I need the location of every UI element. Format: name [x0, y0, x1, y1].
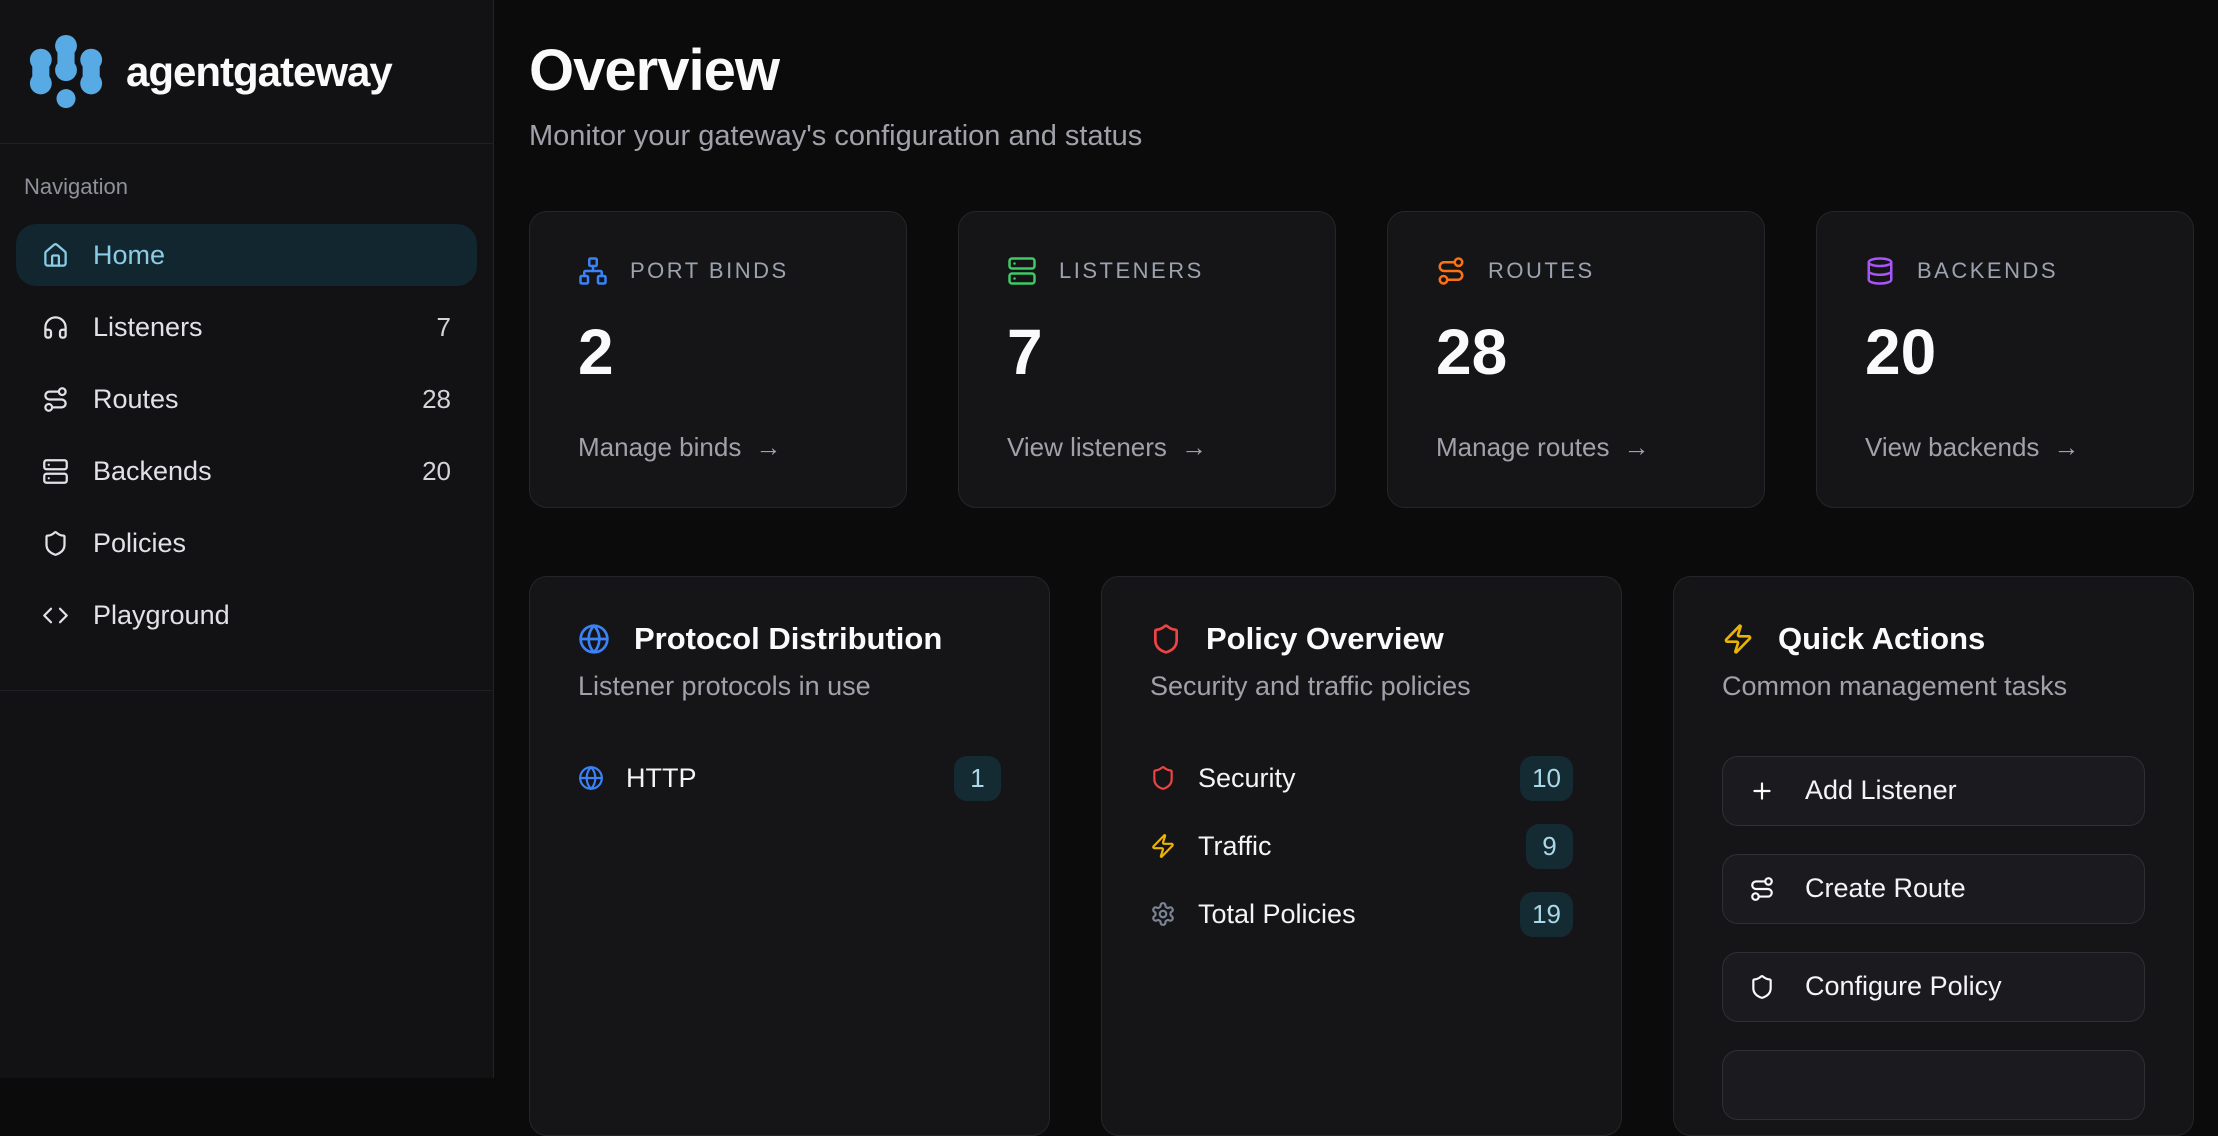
sidebar-nav: Navigation Home Listeners 7 Routes 28 Ba… [0, 144, 493, 691]
create-route-button[interactable]: Create Route [1722, 854, 2145, 924]
quick-action-button-partial[interactable] [1722, 1050, 2145, 1120]
stat-label: ROUTES [1488, 258, 1595, 284]
route-icon [1749, 876, 1775, 902]
configure-policy-button[interactable]: Configure Policy [1722, 952, 2145, 1022]
page-subtitle: Monitor your gateway's configuration and… [529, 120, 2194, 153]
globe-icon [578, 765, 604, 791]
sidebar-item-count: 7 [437, 312, 451, 343]
stat-link-label: Manage binds [578, 432, 741, 463]
arrow-right-icon: → [755, 432, 781, 463]
policy-label: Security [1198, 763, 1296, 794]
stats-grid: PORT BINDS 2 Manage binds → LISTENERS 7 … [529, 211, 2194, 508]
sidebar-item-routes[interactable]: Routes 28 [16, 368, 477, 430]
gear-icon [1150, 901, 1176, 927]
route-icon [1436, 256, 1466, 286]
agentgateway-logo-icon [28, 32, 104, 112]
server-icon [42, 458, 69, 485]
stat-card-port-binds: PORT BINDS 2 Manage binds → [529, 211, 907, 508]
panels-grid: Protocol Distribution Listener protocols… [529, 576, 2194, 1136]
action-button-label: Configure Policy [1805, 971, 2002, 1002]
zap-icon [1150, 833, 1176, 859]
server-icon [1007, 256, 1037, 286]
stat-label: BACKENDS [1917, 258, 2058, 284]
stat-card-backends: BACKENDS 20 View backends → [1816, 211, 2194, 508]
add-listener-button[interactable]: Add Listener [1722, 756, 2145, 826]
main-content: Overview Monitor your gateway's configur… [495, 0, 2218, 1078]
sidebar-item-label: Routes [93, 384, 179, 415]
arrow-right-icon: → [1181, 432, 1207, 463]
sidebar: agentgateway Navigation Home Listeners 7… [0, 0, 494, 1078]
policy-row-traffic: Traffic 9 [1150, 824, 1573, 869]
arrow-right-icon: → [1623, 432, 1649, 463]
stat-card-routes: ROUTES 28 Manage routes → [1387, 211, 1765, 508]
count-badge: 9 [1526, 824, 1573, 869]
sidebar-item-home[interactable]: Home [16, 224, 477, 286]
stat-value: 7 [1007, 320, 1287, 384]
stat-link-label: Manage routes [1436, 432, 1609, 463]
shield-icon [42, 530, 69, 557]
panel-subtitle: Common management tasks [1722, 671, 2145, 702]
brand[interactable]: agentgateway [0, 0, 493, 144]
panel-subtitle: Listener protocols in use [578, 671, 1001, 702]
policy-overview-panel: Policy Overview Security and traffic pol… [1101, 576, 1622, 1136]
view-backends-link[interactable]: View backends → [1865, 432, 2145, 463]
panel-title: Policy Overview [1206, 621, 1444, 657]
brand-name: agentgateway [126, 48, 392, 96]
sidebar-item-policies[interactable]: Policies [16, 512, 477, 574]
stat-value: 20 [1865, 320, 2145, 384]
plus-icon [1749, 778, 1775, 804]
shield-icon [1150, 623, 1182, 655]
stat-link-label: View listeners [1007, 432, 1167, 463]
route-icon [42, 386, 69, 413]
panel-title: Quick Actions [1778, 621, 1985, 657]
page-title: Overview [529, 36, 2194, 106]
shield-icon [1749, 974, 1775, 1000]
stat-label: PORT BINDS [630, 258, 789, 284]
count-badge: 1 [954, 756, 1001, 801]
stat-value: 28 [1436, 320, 1716, 384]
view-listeners-link[interactable]: View listeners → [1007, 432, 1287, 463]
sidebar-item-label: Listeners [93, 312, 203, 343]
sidebar-item-playground[interactable]: Playground [16, 584, 477, 646]
zap-icon [1722, 623, 1754, 655]
shield-icon [1150, 765, 1176, 791]
arrow-right-icon: → [2053, 432, 2079, 463]
sidebar-item-count: 28 [422, 384, 451, 415]
quick-actions-panel: Quick Actions Common management tasks Ad… [1673, 576, 2194, 1136]
policy-row-security: Security 10 [1150, 756, 1573, 801]
stat-label: LISTENERS [1059, 258, 1204, 284]
protocol-distribution-panel: Protocol Distribution Listener protocols… [529, 576, 1050, 1136]
policy-label: Total Policies [1198, 899, 1356, 930]
house-icon [42, 242, 69, 269]
sidebar-item-label: Playground [93, 600, 230, 631]
panel-title: Protocol Distribution [634, 621, 942, 657]
code-icon [42, 602, 69, 629]
policy-row-total: Total Policies 19 [1150, 892, 1573, 937]
nav-section-label: Navigation [24, 174, 477, 200]
panel-subtitle: Security and traffic policies [1150, 671, 1573, 702]
action-button-label: Create Route [1805, 873, 1966, 904]
stat-link-label: View backends [1865, 432, 2039, 463]
network-icon [578, 256, 608, 286]
protocol-label: HTTP [626, 763, 697, 794]
headphones-icon [42, 314, 69, 341]
action-button-label: Add Listener [1805, 775, 1957, 806]
globe-icon [578, 623, 610, 655]
stat-value: 2 [578, 320, 858, 384]
manage-binds-link[interactable]: Manage binds → [578, 432, 858, 463]
sidebar-item-label: Policies [93, 528, 186, 559]
protocol-row-http: HTTP 1 [578, 756, 1001, 801]
policy-label: Traffic [1198, 831, 1272, 862]
database-icon [1865, 256, 1895, 286]
stat-card-listeners: LISTENERS 7 View listeners → [958, 211, 1336, 508]
count-badge: 10 [1520, 756, 1573, 801]
sidebar-item-label: Home [93, 240, 165, 271]
manage-routes-link[interactable]: Manage routes → [1436, 432, 1716, 463]
sidebar-item-count: 20 [422, 456, 451, 487]
sidebar-item-label: Backends [93, 456, 212, 487]
count-badge: 19 [1520, 892, 1573, 937]
sidebar-item-listeners[interactable]: Listeners 7 [16, 296, 477, 358]
sidebar-item-backends[interactable]: Backends 20 [16, 440, 477, 502]
